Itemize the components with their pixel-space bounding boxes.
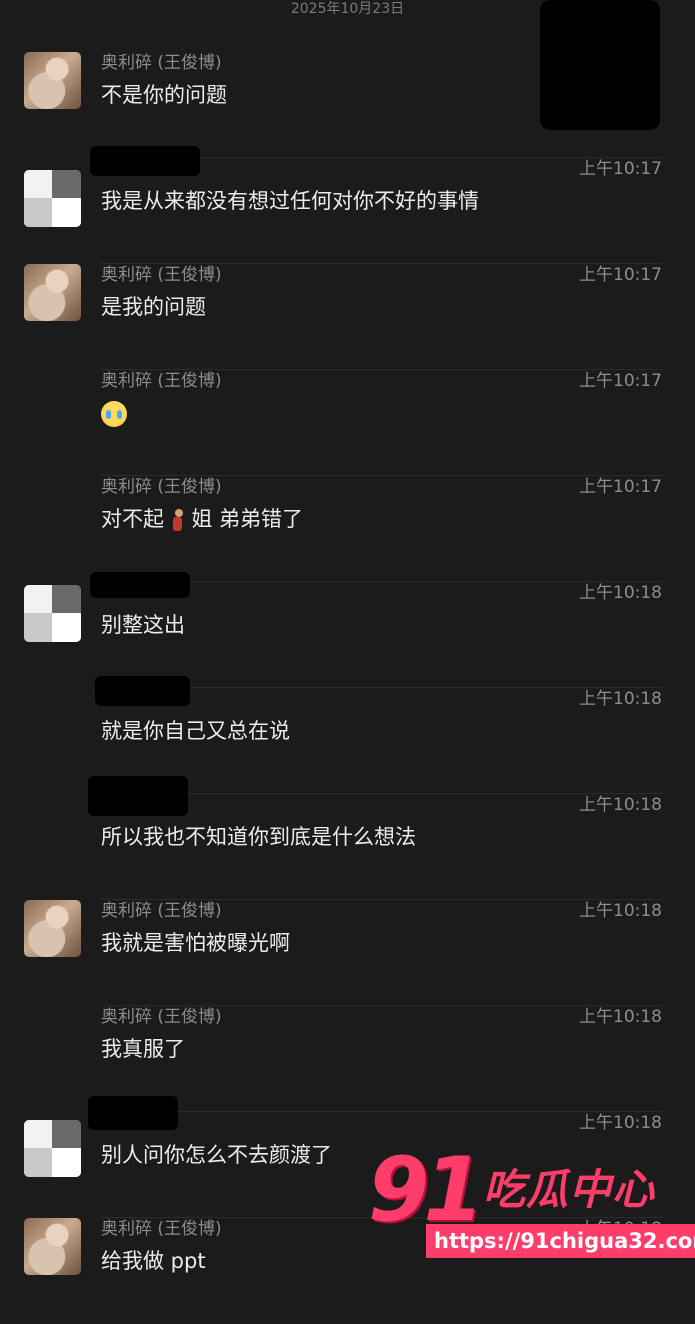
message-text-part: 对不起 [101,507,164,531]
avatar[interactable] [24,1218,81,1275]
loudly-crying-face-emoji [101,401,127,427]
watermark: 91 吃瓜中心 https://91chigua32.com [368,1140,695,1270]
avatar[interactable] [24,264,81,321]
sender-name: 奥利碎 (王俊博) [101,1007,222,1027]
sender-name: 奥利碎 (王俊博) [101,53,222,73]
sender-name: 奥利碎 (王俊博) [101,1219,222,1239]
message-text: 不是你的问题 [101,83,227,107]
message-text: 我真服了 [101,1037,185,1061]
avatar[interactable] [24,585,81,642]
redacted-sender-name [95,676,190,706]
sender-name: 奥利碎 (王俊博) [101,265,222,285]
message-text-part: 姐 弟弟错了 [191,507,304,531]
redacted-sender-name [90,572,190,598]
avatar[interactable] [24,170,81,227]
message-text: 是我的问题 [101,295,206,319]
message-text: 别整这出 [101,613,185,637]
chat-message[interactable]: 奥利碎 (王俊博) 上午10:17 是我的问题 [0,264,695,370]
message-time: 上午10:17 [579,477,662,497]
message-time: 上午10:17 [579,159,662,179]
message-text: 别人问你怎么不去颜渡了 [101,1143,332,1167]
message-time: 上午10:18 [579,689,662,709]
redacted-sender-name [88,1096,178,1130]
message-time: 上午10:17 [579,371,662,391]
chat-message[interactable]: 奥利碎 (王俊博) 不是你的问题 [0,52,695,158]
message-text: 对不起 姐 弟弟错了 [101,504,303,534]
message-text: 我就是害怕被曝光啊 [101,931,290,955]
message-text: 所以我也不知道你到底是什么想法 [101,825,416,849]
chat-message[interactable]: 上午10:18 别整这出 [0,572,695,688]
chat-message[interactable]: 奥利碎 (王俊博) 上午10:18 我就是害怕被曝光啊 [0,900,695,1006]
message-text: 我是从来都没有想过任何对你不好的事情 [101,189,479,213]
redacted-sender-name [90,146,200,176]
message-time: 上午10:17 [579,265,662,285]
message-time: 上午10:18 [579,795,662,815]
chat-message[interactable]: 奥利碎 (王俊博) 上午10:17 对不起 姐 弟弟错了 [0,476,695,582]
watermark-url: https://91chigua32.com [426,1224,695,1258]
sender-name: 奥利碎 (王俊博) [101,901,222,921]
avatar[interactable] [24,1120,81,1177]
chat-message[interactable]: 奥利碎 (王俊博) 上午10:17 [0,370,695,476]
avatar[interactable] [24,52,81,109]
avatar[interactable] [24,900,81,957]
message-time: 上午10:18 [579,901,662,921]
redacted-sender-name [88,776,188,816]
kneeling-person-emoji [171,508,185,532]
message-time: 上午10:18 [579,1113,662,1133]
sender-name: 奥利碎 (王俊博) [101,371,222,391]
message-text: 给我做 ppt [101,1249,206,1273]
message-text: 就是你自己又总在说 [101,719,290,743]
chat-message[interactable]: 上午10:18 所以我也不知道你到底是什么想法 [0,776,695,900]
message-time: 上午10:18 [579,583,662,603]
message-time: 上午10:18 [579,1007,662,1027]
message-text [101,398,127,428]
chat-message[interactable]: 上午10:17 我是从来都没有想过任何对你不好的事情 [0,146,695,264]
watermark-logo-text: 吃瓜中心 [483,1165,656,1214]
sender-name: 奥利碎 (王俊博) [101,477,222,497]
